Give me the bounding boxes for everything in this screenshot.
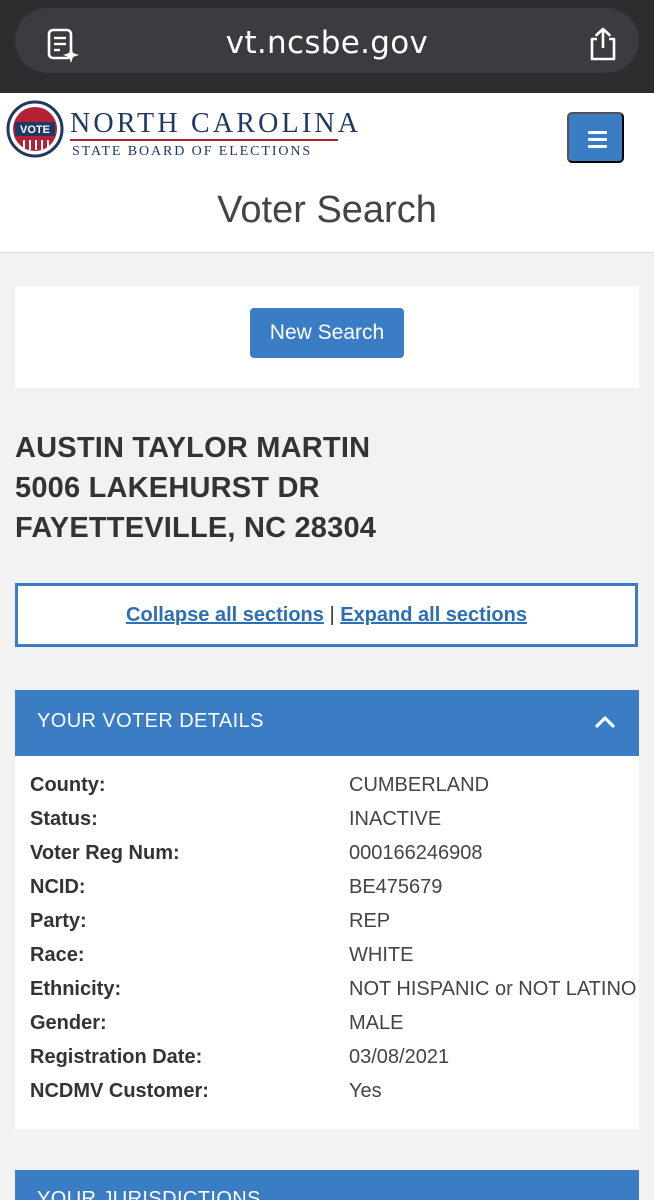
- detail-row-ncdmv-customer: NCDMV Customer: Yes: [30, 1080, 630, 1114]
- voter-name: AUSTIN TAYLOR MARTIN: [15, 432, 371, 464]
- vote-seal-logo: VOTE: [6, 100, 64, 158]
- detail-label: Voter Reg Num:: [30, 842, 180, 864]
- logo-subtitle: STATE BOARD OF ELECTIONS: [72, 144, 313, 159]
- detail-value: 000166246908: [349, 842, 483, 864]
- hamburger-menu-icon: [588, 131, 607, 134]
- voter-details-panel: County: CUMBERLAND Status: INACTIVE Vote…: [15, 756, 639, 1129]
- jurisdictions-header[interactable]: YOUR JURISDICTIONS: [15, 1170, 639, 1200]
- detail-label: Gender:: [30, 1012, 107, 1034]
- voter-address: AUSTIN TAYLOR MARTIN 5006 LAKEHURST DR F…: [15, 428, 376, 548]
- detail-label: County:: [30, 774, 106, 796]
- detail-value: Yes: [349, 1080, 382, 1102]
- search-card: New Search: [15, 286, 639, 388]
- detail-value: REP: [349, 910, 391, 932]
- detail-value: MALE: [349, 1012, 404, 1034]
- chevron-up-icon[interactable]: [595, 714, 615, 728]
- logo-title: NORTH CAROLINA: [70, 108, 362, 139]
- detail-value: 03/08/2021: [349, 1046, 450, 1068]
- jurisdictions-title: YOUR JURISDICTIONS: [37, 1188, 261, 1200]
- voter-details-title: YOUR VOTER DETAILS: [37, 710, 264, 732]
- detail-row-ethnicity: Ethnicity: NOT HISPANIC or NOT LATINO: [30, 978, 636, 1012]
- section-toggle-box: Collapse all sections | Expand all secti…: [15, 583, 638, 647]
- detail-value: WHITE: [349, 944, 414, 966]
- detail-row-status: Status: INACTIVE: [30, 808, 630, 842]
- site-header: VOTE NORTH CAROLINA STATE BOARD OF ELECT…: [0, 93, 654, 253]
- browser-toolbar: vt.ncsbe.gov: [0, 0, 654, 93]
- detail-value: CUMBERLAND: [349, 774, 490, 796]
- menu-button[interactable]: [567, 112, 624, 163]
- detail-label: Ethnicity:: [30, 978, 122, 1000]
- detail-label: Registration Date:: [30, 1046, 203, 1068]
- expand-all-link[interactable]: Expand all sections: [340, 604, 527, 626]
- detail-value: NOT HISPANIC or NOT LATINO: [349, 978, 637, 1000]
- voter-city-state-zip: FAYETTEVILLE, NC 28304: [15, 512, 377, 544]
- detail-row-voter-reg-num: Voter Reg Num: 000166246908: [30, 842, 630, 876]
- detail-label: NCID:: [30, 876, 86, 898]
- detail-value: BE475679: [349, 876, 443, 898]
- detail-row-registration-date: Registration Date: 03/08/2021: [30, 1046, 630, 1080]
- share-icon[interactable]: [587, 26, 619, 62]
- logo-badge-text: VOTE: [20, 124, 50, 136]
- voter-street: 5006 LAKEHURST DR: [15, 472, 320, 504]
- detail-label: Status:: [30, 808, 98, 830]
- toggle-separator: |: [329, 604, 335, 626]
- logo-divider: [70, 139, 338, 141]
- detail-row-race: Race: WHITE: [30, 944, 630, 978]
- detail-row-ncid: NCID: BE475679: [30, 876, 630, 910]
- ncsbe-logo[interactable]: VOTE NORTH CAROLINA STATE BOARD OF ELECT…: [6, 100, 358, 160]
- detail-label: NCDMV Customer:: [30, 1080, 209, 1102]
- voter-details-header[interactable]: YOUR VOTER DETAILS: [15, 690, 639, 756]
- detail-row-party: Party: REP: [30, 910, 630, 944]
- url-text[interactable]: vt.ncsbe.gov: [15, 25, 639, 61]
- detail-value: INACTIVE: [349, 808, 442, 830]
- detail-label: Race:: [30, 944, 85, 966]
- detail-row-county: County: CUMBERLAND: [30, 774, 630, 808]
- detail-row-gender: Gender: MALE: [30, 1012, 630, 1046]
- new-search-button[interactable]: New Search: [250, 308, 404, 358]
- detail-label: Party:: [30, 910, 87, 932]
- collapse-all-link[interactable]: Collapse all sections: [126, 604, 324, 626]
- page-title: Voter Search: [217, 189, 437, 231]
- address-bar[interactable]: vt.ncsbe.gov: [15, 8, 639, 73]
